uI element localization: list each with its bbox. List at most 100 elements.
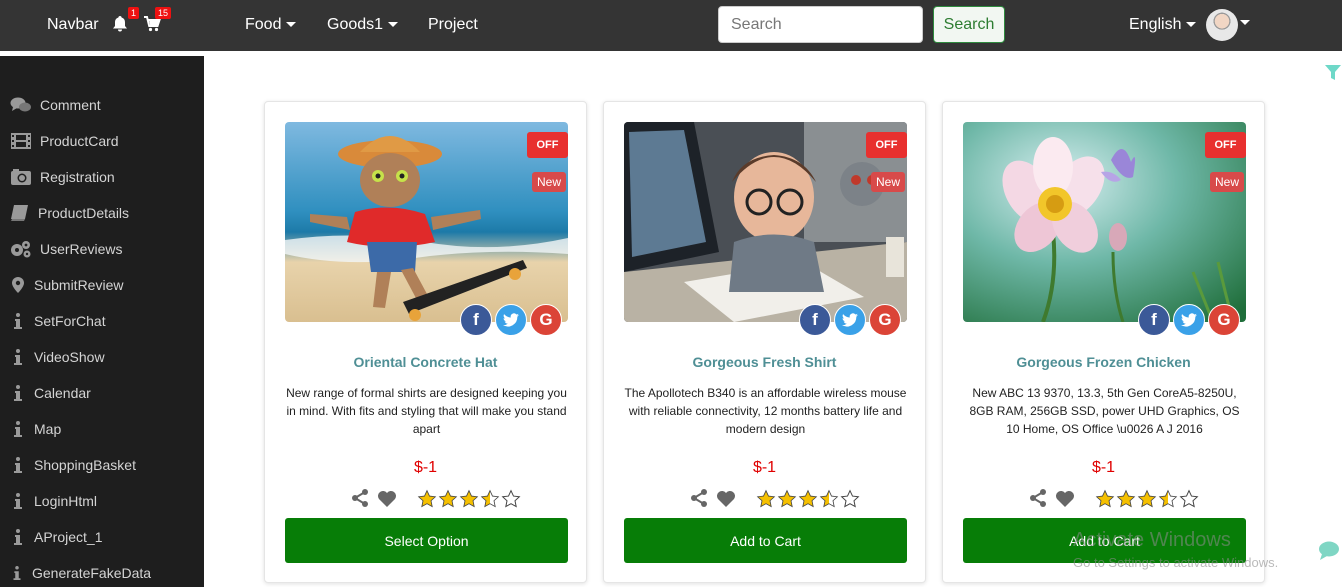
- rating-stars: [756, 489, 860, 509]
- sidebar-item-submitreview[interactable]: SubmitReview: [10, 275, 123, 295]
- star-half-icon: [1158, 489, 1178, 508]
- facebook-icon[interactable]: f: [460, 304, 492, 336]
- info-icon: [14, 529, 22, 545]
- cart-icon[interactable]: 15: [143, 7, 171, 35]
- product-image-cat[interactable]: OFF New: [285, 122, 568, 322]
- chevron-down-icon: [286, 22, 297, 28]
- nav-goods-dropdown[interactable]: Goods1: [327, 16, 399, 34]
- social-share-group: f G: [799, 304, 901, 336]
- sidebar-item-loginhtml[interactable]: LoginHtml: [10, 491, 97, 511]
- chat-icon[interactable]: [1318, 540, 1342, 562]
- sidebar-item-label: UserReviews: [40, 241, 123, 257]
- chevron-down-icon: [1186, 22, 1197, 28]
- nav-project-link[interactable]: Project: [428, 16, 478, 34]
- sidebar-item-label: ShoppingBasket: [34, 457, 136, 473]
- sidebar-item-videoshow[interactable]: VideoShow: [10, 347, 105, 367]
- star-full-icon: [756, 489, 776, 508]
- book-icon: [11, 205, 28, 221]
- product-card: OFF New f G Gorgeous Frozen Chicken New …: [942, 101, 1265, 583]
- info-icon: [14, 385, 22, 401]
- facebook-icon[interactable]: f: [799, 304, 831, 336]
- windows-watermark-title: Activate Windows: [1073, 529, 1231, 551]
- top-navbar: Navbar 1 15 Food Goods1 Project Search E…: [0, 0, 1342, 51]
- heart-icon[interactable]: [716, 490, 736, 508]
- share-icon[interactable]: [1029, 489, 1047, 507]
- sidebar-item-setforchat[interactable]: SetForChat: [10, 311, 106, 331]
- star-full-icon: [438, 489, 458, 508]
- search-button[interactable]: Search: [933, 6, 1005, 43]
- windows-watermark-subtitle: Go to Settings to activate Windows.: [1073, 555, 1279, 570]
- product-description: New range of formal shirts are designed …: [286, 386, 567, 436]
- product-title[interactable]: Gorgeous Fresh Shirt: [604, 354, 925, 370]
- heart-icon[interactable]: [377, 490, 397, 508]
- product-title[interactable]: Oriental Concrete Hat: [265, 354, 586, 370]
- twitter-icon[interactable]: [495, 304, 527, 336]
- info-icon: [13, 566, 21, 580]
- bell-icon[interactable]: 1: [111, 7, 139, 35]
- heart-icon[interactable]: [1055, 490, 1075, 508]
- sidebar-item-label: GenerateFakeData: [32, 565, 152, 581]
- product-actions: [943, 489, 1264, 511]
- share-icon[interactable]: [690, 489, 708, 507]
- user-avatar[interactable]: [1206, 9, 1238, 41]
- sidebar-item-generatefakedata[interactable]: GenerateFakeData: [10, 563, 151, 583]
- sidebar-item-userreviews[interactable]: UserReviews: [10, 239, 122, 259]
- product-description: New ABC 13 9370, 13.3, 5th Gen CoreA5-82…: [969, 386, 1240, 436]
- sidebar-item-productdetails[interactable]: ProductDetails: [10, 203, 129, 223]
- cart-badge: 15: [154, 7, 171, 19]
- social-share-group: f G: [460, 304, 562, 336]
- nav-goods-label: Goods1: [327, 16, 384, 33]
- select-option-button[interactable]: Select Option: [285, 518, 568, 563]
- product-title[interactable]: Gorgeous Frozen Chicken: [943, 354, 1264, 370]
- sidebar-item-label: ProductCard: [40, 133, 119, 149]
- star-full-icon: [798, 489, 818, 508]
- product-price: $-1: [1091, 459, 1116, 476]
- star-empty-icon: [1179, 489, 1199, 508]
- nav-food-dropdown[interactable]: Food: [245, 16, 297, 34]
- facebook-icon[interactable]: f: [1138, 304, 1170, 336]
- star-full-icon: [777, 489, 797, 508]
- product-description: The Apollotech B340 is an affordable wir…: [624, 386, 907, 436]
- product-price: $-1: [413, 459, 438, 476]
- language-dropdown[interactable]: English: [1129, 16, 1197, 34]
- sidebar-item-registration[interactable]: Registration: [10, 167, 115, 187]
- twitter-icon[interactable]: [834, 304, 866, 336]
- info-icon: [14, 313, 22, 329]
- twitter-icon[interactable]: [1173, 304, 1205, 336]
- sidebar-item-label: Comment: [40, 97, 101, 113]
- avatar-chevron-down-icon[interactable]: [1240, 20, 1250, 25]
- map-marker-icon: [12, 277, 24, 293]
- sidebar-item-label: AProject_1: [34, 529, 103, 545]
- sidebar-item-calendar[interactable]: Calendar: [10, 383, 91, 403]
- google-icon[interactable]: G: [1208, 304, 1240, 336]
- sidebar-item-label: Map: [34, 421, 62, 437]
- add-to-cart-button[interactable]: Add to Cart: [624, 518, 907, 563]
- product-card: OFF New f G Gorgeous Fresh Shirt The Apo…: [603, 101, 926, 583]
- sidebar-item-comment[interactable]: Comment: [10, 95, 101, 115]
- sidebar-item-shoppingbasket[interactable]: ShoppingBasket: [10, 455, 136, 475]
- star-empty-icon: [501, 489, 521, 508]
- google-icon[interactable]: G: [530, 304, 562, 336]
- chevron-down-icon: [388, 22, 399, 28]
- google-icon[interactable]: G: [869, 304, 901, 336]
- navbar-brand[interactable]: Navbar: [47, 16, 99, 34]
- off-badge: OFF: [866, 132, 907, 158]
- star-full-icon: [417, 489, 437, 508]
- product-image-boy-computer[interactable]: OFF New: [624, 122, 907, 322]
- comments-icon: [10, 97, 31, 112]
- share-icon[interactable]: [351, 489, 369, 507]
- sidebar-item-aproject[interactable]: AProject_1: [10, 527, 102, 547]
- sidebar-item-label: Registration: [40, 169, 115, 185]
- sidebar-item-label: LoginHtml: [34, 493, 98, 509]
- search-input[interactable]: [718, 6, 923, 43]
- filter-icon[interactable]: [1324, 64, 1342, 82]
- sidebar-item-productcard[interactable]: ProductCard: [10, 131, 119, 151]
- gears-icon: [11, 241, 31, 258]
- rating-stars: [417, 489, 521, 509]
- sidebar-item-label: Calendar: [34, 385, 91, 401]
- new-badge: New: [1210, 172, 1244, 192]
- sidebar-item-label: ProductDetails: [38, 205, 130, 221]
- sidebar-item-map[interactable]: Map: [10, 419, 61, 439]
- product-image-flower[interactable]: OFF New: [963, 122, 1246, 322]
- product-actions: [265, 489, 586, 511]
